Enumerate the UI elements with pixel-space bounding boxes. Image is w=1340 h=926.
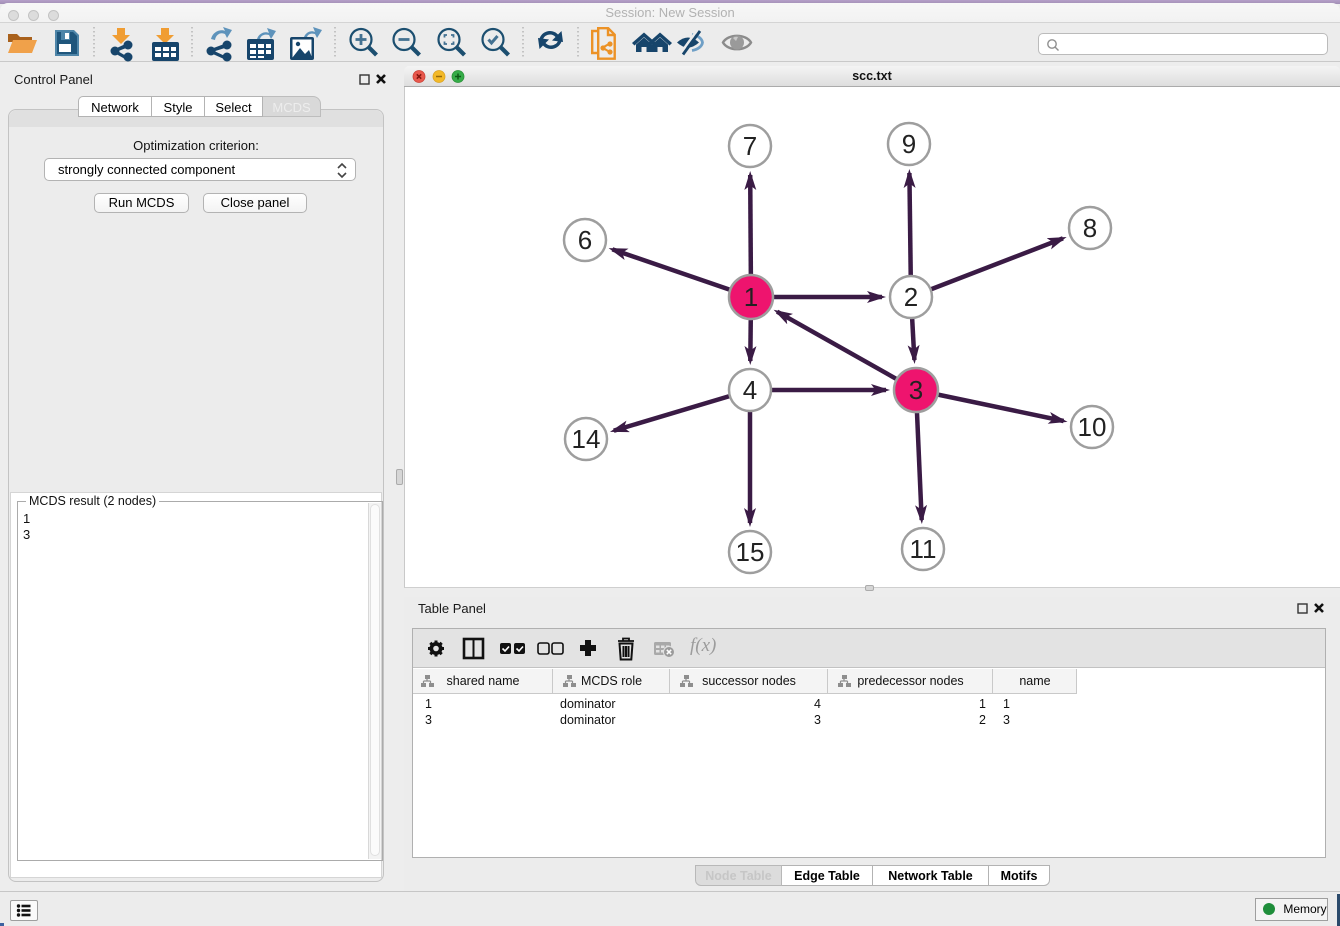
svg-text:10: 10 <box>1078 412 1107 442</box>
svg-text:14: 14 <box>572 424 601 454</box>
svg-text:1: 1 <box>744 282 758 312</box>
svg-text:6: 6 <box>578 225 592 255</box>
svg-text:15: 15 <box>736 537 765 567</box>
svg-text:9: 9 <box>902 129 916 159</box>
svg-text:2: 2 <box>904 282 918 312</box>
svg-text:11: 11 <box>910 534 937 564</box>
svg-text:7: 7 <box>743 131 757 161</box>
svg-text:3: 3 <box>909 375 923 405</box>
svg-text:4: 4 <box>743 375 757 405</box>
svg-text:8: 8 <box>1083 213 1097 243</box>
